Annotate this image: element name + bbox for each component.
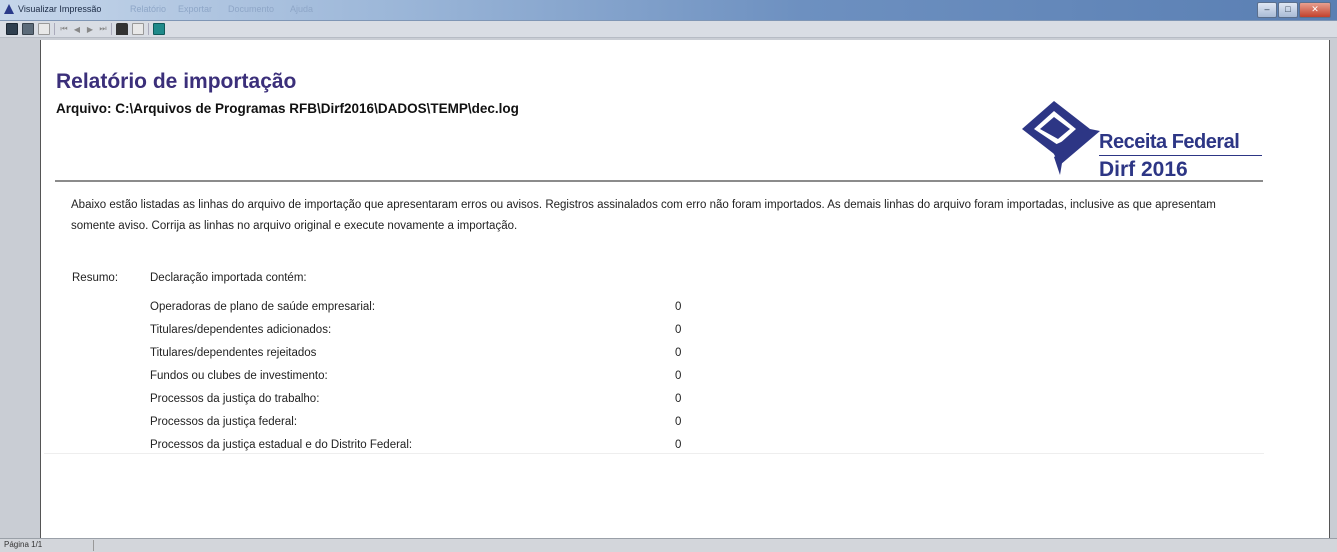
prev-page-icon[interactable]: ◀ [72, 25, 82, 34]
summary-row-label: Titulares/dependentes adicionados: [150, 324, 332, 336]
summary-row-value: 0 [675, 439, 682, 451]
summary-row-value: 0 [675, 416, 682, 428]
receita-federal-logo-icon [1022, 101, 1100, 175]
logo-underline [1099, 155, 1262, 156]
header-divider [55, 180, 1263, 182]
summary-row-label: Titulares/dependentes rejeitados [150, 347, 317, 359]
summary-row: Titulares/dependentes rejeitados 0 [150, 347, 690, 370]
maximize-button[interactable]: □ [1278, 2, 1298, 18]
status-separator [93, 540, 94, 551]
page-indicator: Página 1/1 [4, 540, 43, 549]
summary-row-value: 0 [675, 347, 682, 359]
footer-divider [44, 453, 1264, 454]
summary-row-label: Fundos ou clubes de investimento: [150, 370, 328, 382]
summary-table: Operadoras de plano de saúde empresarial… [150, 301, 690, 462]
copy-icon[interactable] [132, 23, 144, 35]
summary-row-value: 0 [675, 370, 682, 382]
summary-row: Processos da justiça federal: 0 [150, 416, 690, 439]
exit-icon[interactable] [153, 23, 165, 35]
last-page-icon[interactable]: ⏭ [98, 24, 108, 34]
toolbar-separator [111, 23, 112, 35]
menu-item-relatorio[interactable]: Relatório [130, 4, 166, 14]
summary-row-label: Operadoras de plano de saúde empresarial… [150, 301, 376, 313]
summary-row-label: Processos da justiça do trabalho: [150, 393, 320, 405]
logo-receita-federal: Receita Federal [1099, 131, 1240, 153]
logo-dirf-year: Dirf 2016 [1099, 158, 1188, 181]
window-titlebar: Visualizar Impressão Relatório Exportar … [0, 0, 1337, 21]
first-page-icon[interactable]: ⏮ [59, 24, 69, 34]
summary-row: Processos da justiça estadual e do Distr… [150, 439, 690, 462]
zoom-page-width-icon[interactable] [22, 23, 34, 35]
toolbar-separator [54, 23, 55, 35]
summary-row: Titulares/dependentes adicionados: 0 [150, 324, 690, 347]
close-button[interactable]: ✕ [1299, 2, 1331, 18]
summary-row-label: Processos da justiça estadual e do Distr… [150, 439, 413, 451]
summary-label: Resumo: [72, 272, 119, 284]
summary-row-value: 0 [675, 393, 682, 405]
preview-toolbar: ⏮ ◀ ▶ ⏭ [0, 21, 1337, 38]
summary-row-value: 0 [675, 324, 682, 336]
app-icon [4, 4, 14, 14]
menu-item-exportar[interactable]: Exportar [178, 4, 212, 14]
zoom-whole-page-icon[interactable] [6, 23, 18, 35]
intro-paragraph: Abaixo estão listadas as linhas do arqui… [71, 199, 1216, 232]
zoom-100-icon[interactable] [38, 23, 50, 35]
report-file-path: Arquivo: C:\Arquivos de Programas RFB\Di… [56, 101, 519, 116]
summary-row: Fundos ou clubes de investimento: 0 [150, 370, 690, 393]
toolbar-separator [148, 23, 149, 35]
status-bar: Página 1/1 [0, 538, 1337, 552]
summary-row: Operadoras de plano de saúde empresarial… [150, 301, 690, 324]
summary-row: Processos da justiça do trabalho: 0 [150, 393, 690, 416]
summary-heading: Declaração importada contém: [150, 272, 307, 284]
window-title: Visualizar Impressão [18, 4, 102, 14]
window-controls: – □ ✕ [1256, 2, 1331, 18]
menu-item-ajuda[interactable]: Ajuda [290, 4, 313, 14]
print-icon[interactable] [116, 23, 128, 35]
summary-row-value: 0 [675, 301, 682, 313]
report-title: Relatório de importação [56, 70, 297, 93]
summary-row-label: Processos da justiça federal: [150, 416, 298, 428]
next-page-icon[interactable]: ▶ [85, 25, 95, 34]
minimize-button[interactable]: – [1257, 2, 1277, 18]
menu-item-documento[interactable]: Documento [228, 4, 274, 14]
